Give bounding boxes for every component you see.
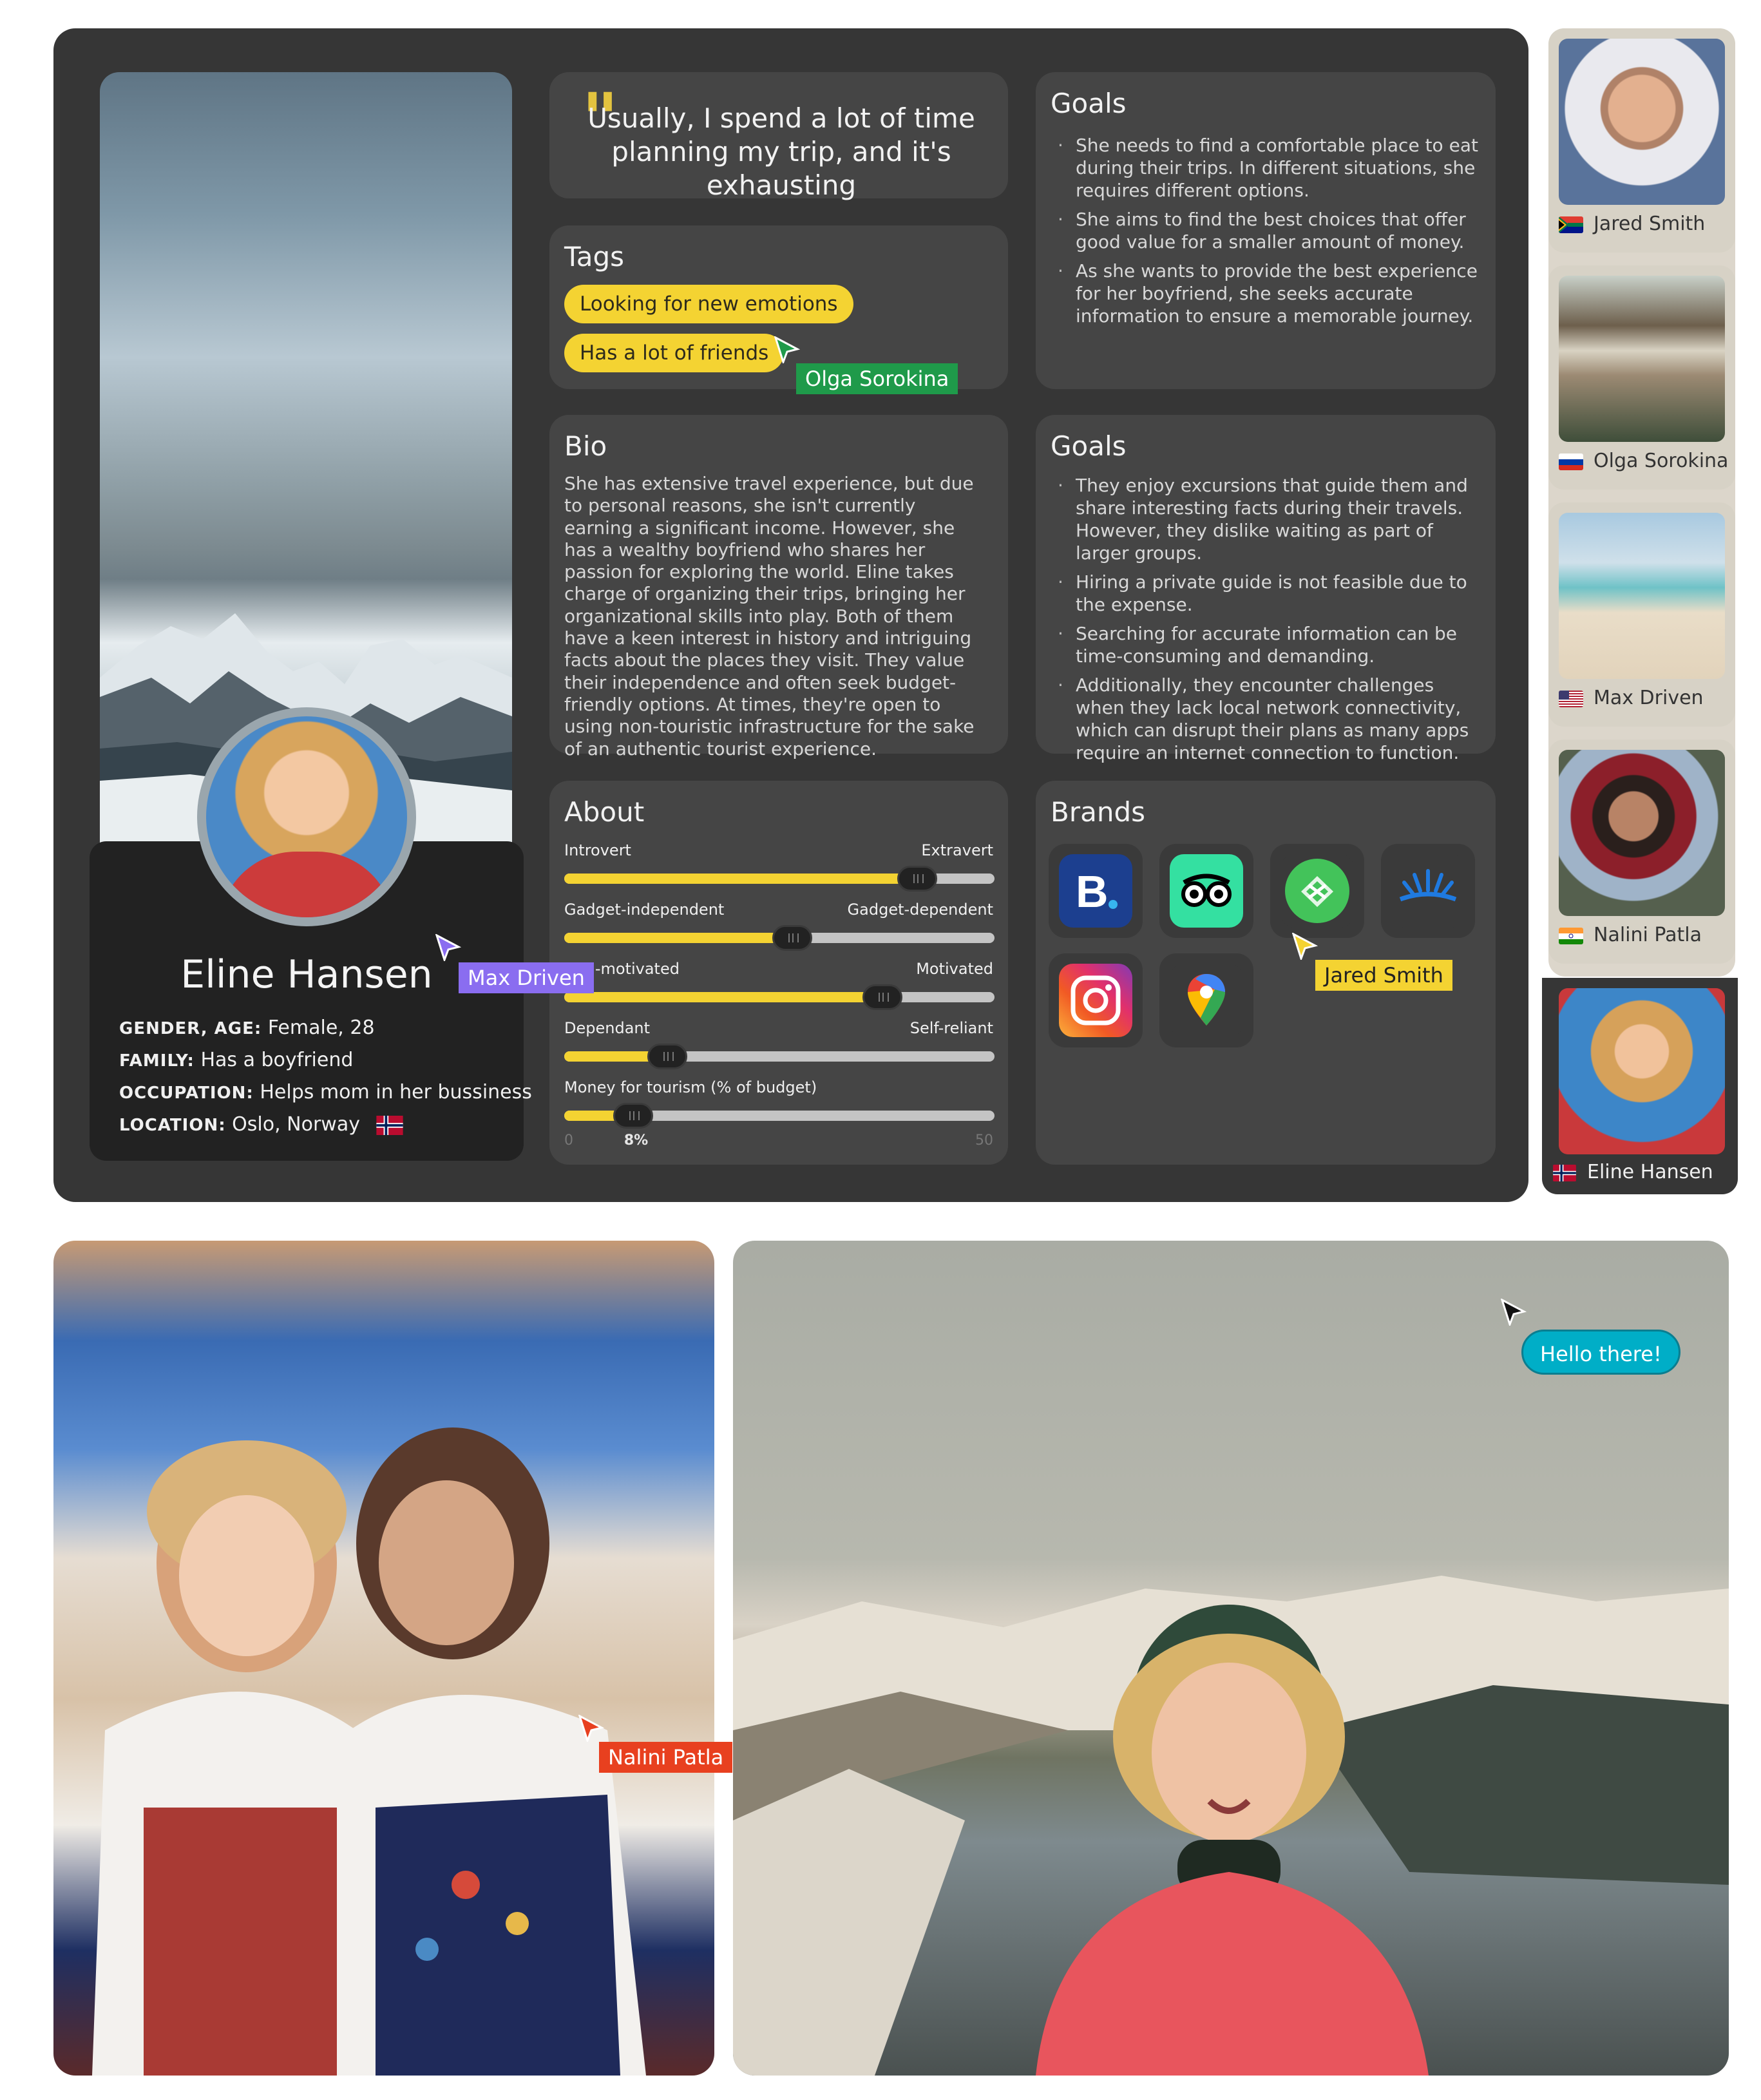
goals-list: She needs to find a comfortable place to… [1049, 134, 1483, 334]
goals-title: Goals [1051, 430, 1127, 462]
slider-introvert-extravert[interactable] [564, 866, 995, 892]
friends-photo [53, 1241, 714, 2076]
usa-flag-icon [1559, 691, 1583, 707]
goal-item: Additionally, they encounter challenges … [1049, 674, 1483, 764]
slider-right-label: Gadget-dependent [847, 901, 993, 919]
slider-dependence[interactable] [564, 1044, 995, 1069]
slider-handle[interactable] [897, 866, 937, 892]
goal-item: Searching for accurate information can b… [1049, 622, 1483, 667]
about-title: About [564, 796, 645, 828]
participant-card[interactable]: Max Driven [1548, 502, 1735, 727]
tag-item[interactable]: Has a lot of friends [564, 334, 785, 372]
goal-item: She needs to find a comfortable place to… [1049, 134, 1483, 202]
instagram-icon[interactable] [1049, 953, 1143, 1047]
bio-panel: Bio She has extensive travel experience,… [549, 415, 1008, 759]
participant-photo [1559, 39, 1725, 205]
google-maps-icon[interactable] [1159, 953, 1253, 1047]
slider-left-label: Dependant [564, 1019, 651, 1037]
cursor-pointer-icon [774, 336, 800, 363]
avatar [206, 716, 407, 917]
goal-item: They enjoy excursions that guide them an… [1049, 474, 1483, 564]
participant-card-active[interactable]: Eline Hansen [1542, 978, 1738, 1194]
cursor-pointer-icon [578, 1715, 604, 1742]
slider-handle[interactable] [772, 925, 813, 951]
cursor-label: Jared Smith [1315, 960, 1452, 991]
money-min: 0 [564, 1132, 573, 1149]
south-africa-flag-icon [1559, 216, 1583, 233]
slider-handle[interactable] [862, 984, 903, 1010]
cursor-pointer-icon [1501, 1299, 1527, 1326]
quote-text: Usually, I spend a lot of time planning … [587, 102, 975, 201]
goals-panel-2: Goals They enjoy excursions that guide t… [1036, 415, 1496, 763]
slider-right-label: Self-reliant [909, 1019, 993, 1037]
money-max: 50 [975, 1132, 993, 1149]
slider-gadget[interactable] [564, 925, 995, 951]
goals-title: Goals [1051, 88, 1127, 119]
bio-text: She has extensive travel experience, but… [564, 473, 975, 759]
slider-handle[interactable] [647, 1044, 688, 1069]
tripadvisor-icon[interactable] [1159, 844, 1253, 938]
tag-item[interactable]: Looking for new emotions [564, 285, 853, 323]
norway-flag-icon [376, 1115, 403, 1135]
goals-panel-1: Goals She needs to find a comfortable pl… [1036, 72, 1496, 389]
booking-icon[interactable]: B [1049, 844, 1143, 938]
participant-photo [1559, 276, 1725, 442]
slider-motivation[interactable] [564, 984, 995, 1010]
participant-name: Eline Hansen [1587, 1161, 1713, 1183]
participant-card[interactable]: Nalini Patla [1548, 740, 1735, 964]
cursor-pointer-icon [435, 934, 461, 961]
fact-family: FAMILY: Has a boyfriend [119, 1049, 354, 1071]
tags-title: Tags [564, 241, 624, 272]
goals-list: They enjoy excursions that guide them an… [1049, 474, 1483, 770]
participant-name: Jared Smith [1594, 213, 1706, 235]
fact-location: LOCATION: Oslo, Norway [119, 1113, 404, 1136]
participant-name: Nalini Patla [1594, 924, 1702, 946]
slider-right-label: Extravert [921, 841, 993, 859]
money-label: Money for tourism (% of budget) [564, 1078, 817, 1096]
participant-photo [1559, 750, 1725, 916]
quote-panel: " Usually, I spend a lot of time plannin… [549, 72, 1008, 201]
svg-text:B: B [1076, 866, 1109, 917]
cursor-label: Nalini Patla [599, 1742, 733, 1773]
russia-flag-icon [1559, 453, 1583, 470]
norway-flag-icon [1552, 1165, 1577, 1181]
goal-item: Hiring a private guide is not feasible d… [1049, 571, 1483, 616]
cursor-label: Olga Sorokina [796, 363, 958, 394]
bio-title: Bio [564, 430, 607, 462]
participant-name: Max Driven [1594, 687, 1704, 709]
cursor-pointer-icon [1292, 933, 1318, 960]
goal-item: She aims to find the best choices that o… [1049, 208, 1483, 253]
fact-gender-age: GENDER, AGE: Female, 28 [119, 1017, 375, 1039]
money-value: 8% [623, 1132, 649, 1149]
slider-left-label: Gadget-independent [564, 901, 725, 919]
india-flag-icon [1559, 928, 1583, 944]
participant-photo [1559, 513, 1725, 679]
slider-money[interactable] [564, 1103, 995, 1129]
maps-me-icon[interactable] [1270, 844, 1364, 938]
slider-handle[interactable] [613, 1103, 653, 1129]
hotel-brand-icon[interactable] [1381, 844, 1475, 938]
brands-title: Brands [1051, 796, 1145, 828]
about-panel: About Introvert Extravert Gadget-indepen… [549, 781, 1008, 1165]
slider-right-label: Motivated [916, 960, 993, 978]
fact-occupation: OCCUPATION: Helps mom in her bussiness [119, 1081, 532, 1103]
participant-name: Olga Sorokina [1594, 450, 1729, 472]
participant-card[interactable]: Olga Sorokina [1548, 265, 1735, 490]
slider-left-label: Introvert [564, 841, 631, 859]
participant-card[interactable]: Jared Smith [1548, 28, 1735, 253]
chat-bubble: Hello there! [1521, 1330, 1680, 1375]
cursor-label: Max Driven [459, 962, 594, 993]
participant-photo [1559, 988, 1725, 1154]
goal-item: As she wants to provide the best experie… [1049, 260, 1483, 327]
